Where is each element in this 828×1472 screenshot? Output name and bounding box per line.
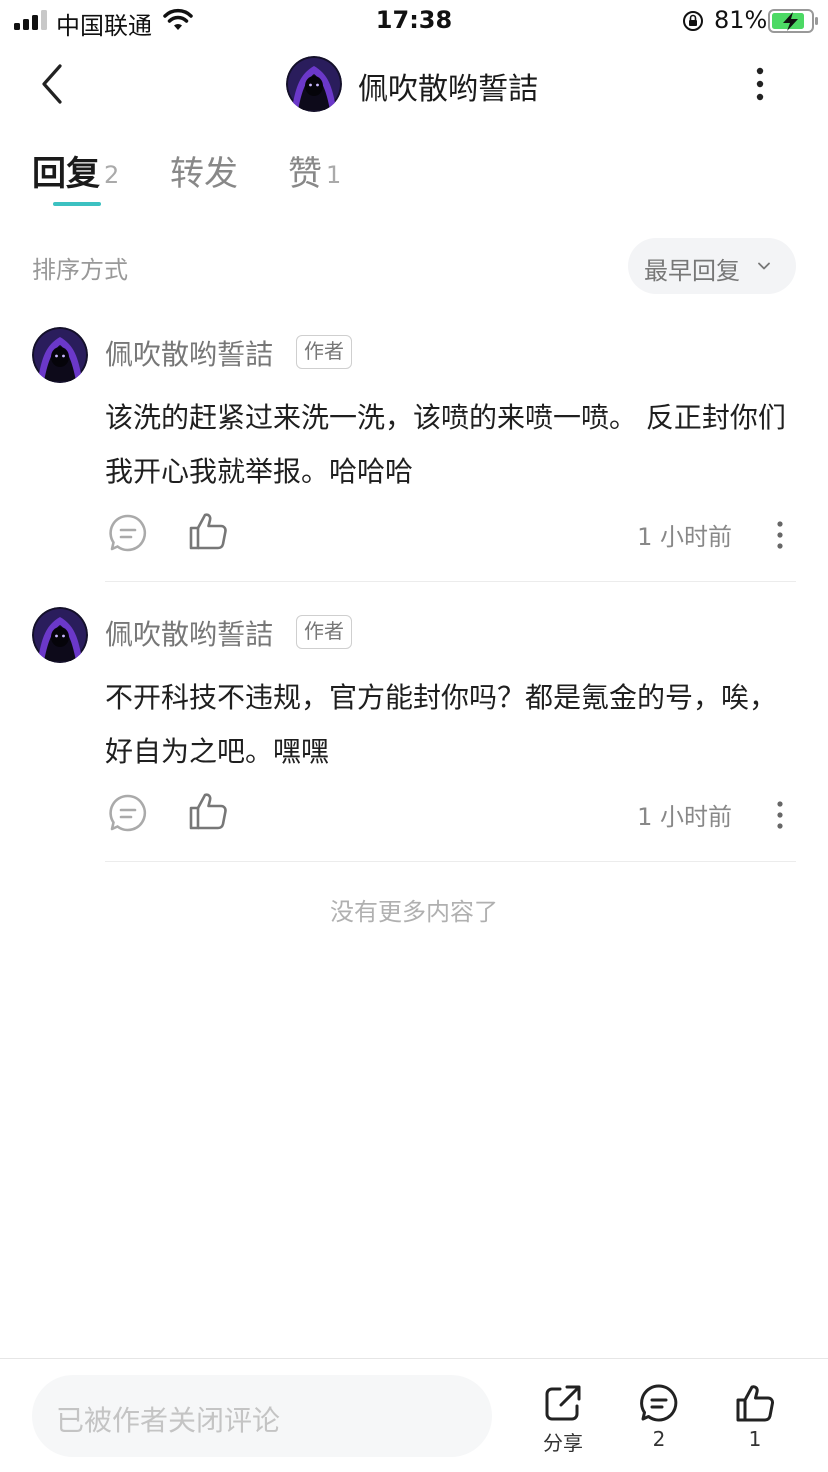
tab-reposts[interactable]: 转发 <box>170 146 238 195</box>
comment-author[interactable]: 佩吹散哟誓詰 <box>105 613 273 653</box>
comment-text: 不开科技不违规，官方能封你吗？都是氪金的号，唉，好自为之吧。嘿嘿 <box>105 681 778 768</box>
share-button[interactable]: 分享 <box>533 1383 593 1463</box>
rotation-lock-icon <box>683 11 703 31</box>
reply-icon[interactable] <box>108 513 148 553</box>
like-icon[interactable] <box>188 511 228 551</box>
bottom-action-bar: 已被作者关闭评论 分享 2 1 <box>0 1358 828 1472</box>
battery-charging-icon <box>768 9 818 33</box>
like-count: 1 <box>748 1427 762 1451</box>
page-title: 佩吹散哟誓詰 <box>358 72 538 107</box>
comment-time: 1 小时前 <box>637 523 732 551</box>
comment-count-button[interactable]: 2 <box>629 1383 689 1463</box>
top-nav-bar: 佩吹散哟誓詰 <box>0 42 828 126</box>
sort-dropdown[interactable]: 最早回复 <box>628 238 796 294</box>
tab-likes[interactable]: 赞1 <box>288 146 341 195</box>
tab-replies[interactable]: 回复 2 <box>32 146 119 195</box>
more-vertical-icon[interactable] <box>748 64 772 104</box>
battery-percent: 81% <box>714 6 768 34</box>
end-of-list-text: 没有更多内容了 <box>330 898 498 926</box>
comment-icon <box>640 1384 678 1422</box>
chevron-down-icon <box>758 262 770 270</box>
like-icon <box>736 1385 774 1422</box>
back-icon[interactable] <box>32 62 72 106</box>
like-icon[interactable] <box>188 791 228 831</box>
more-vertical-icon[interactable] <box>770 517 790 553</box>
share-label: 分享 <box>543 1431 583 1455</box>
avatar[interactable] <box>32 327 88 383</box>
tab-reposts-label: 转发 <box>170 154 238 194</box>
comment-input-placeholder: 已被作者关闭评论 <box>56 1404 281 1437</box>
active-tab-indicator <box>53 202 101 206</box>
tab-replies-label: 回复 <box>32 154 100 194</box>
tab-bar: 回复 2 转发 赞1 <box>32 140 792 210</box>
status-bar: 中国联通 17:38 81% <box>0 0 828 42</box>
comment-item: 佩吹散哟誓詰 作者 不开科技不违规，官方能封你吗？都是氪金的号，唉，好自为之吧。… <box>0 607 828 887</box>
comment-input[interactable]: 已被作者关闭评论 <box>32 1375 492 1457</box>
divider <box>105 581 796 582</box>
reply-icon[interactable] <box>108 793 148 833</box>
avatar[interactable] <box>32 607 88 663</box>
sort-label: 排序方式 <box>32 256 128 284</box>
sort-selected-value: 最早回复 <box>644 257 740 285</box>
like-count-button[interactable]: 1 <box>725 1383 785 1463</box>
comment-text: 该洗的赶紧过来洗一洗，该喷的来喷一喷。 反正封你们我开心我就举报。哈哈哈 <box>105 401 786 488</box>
comment-time: 1 小时前 <box>637 803 732 831</box>
author-badge: 作者 <box>296 615 352 649</box>
tab-likes-count: 1 <box>326 161 342 189</box>
comment-count: 2 <box>652 1427 666 1451</box>
more-vertical-icon[interactable] <box>770 797 790 833</box>
share-icon <box>545 1385 581 1421</box>
divider <box>105 861 796 862</box>
comment-author[interactable]: 佩吹散哟誓詰 <box>105 333 273 373</box>
author-badge: 作者 <box>296 335 352 369</box>
comment-item: 佩吹散哟誓詰 作者 该洗的赶紧过来洗一洗，该喷的来喷一喷。 反正封你们我开心我就… <box>0 327 828 607</box>
tab-likes-label: 赞 <box>288 154 322 194</box>
tab-replies-count: 2 <box>104 161 120 189</box>
avatar[interactable] <box>286 56 342 112</box>
